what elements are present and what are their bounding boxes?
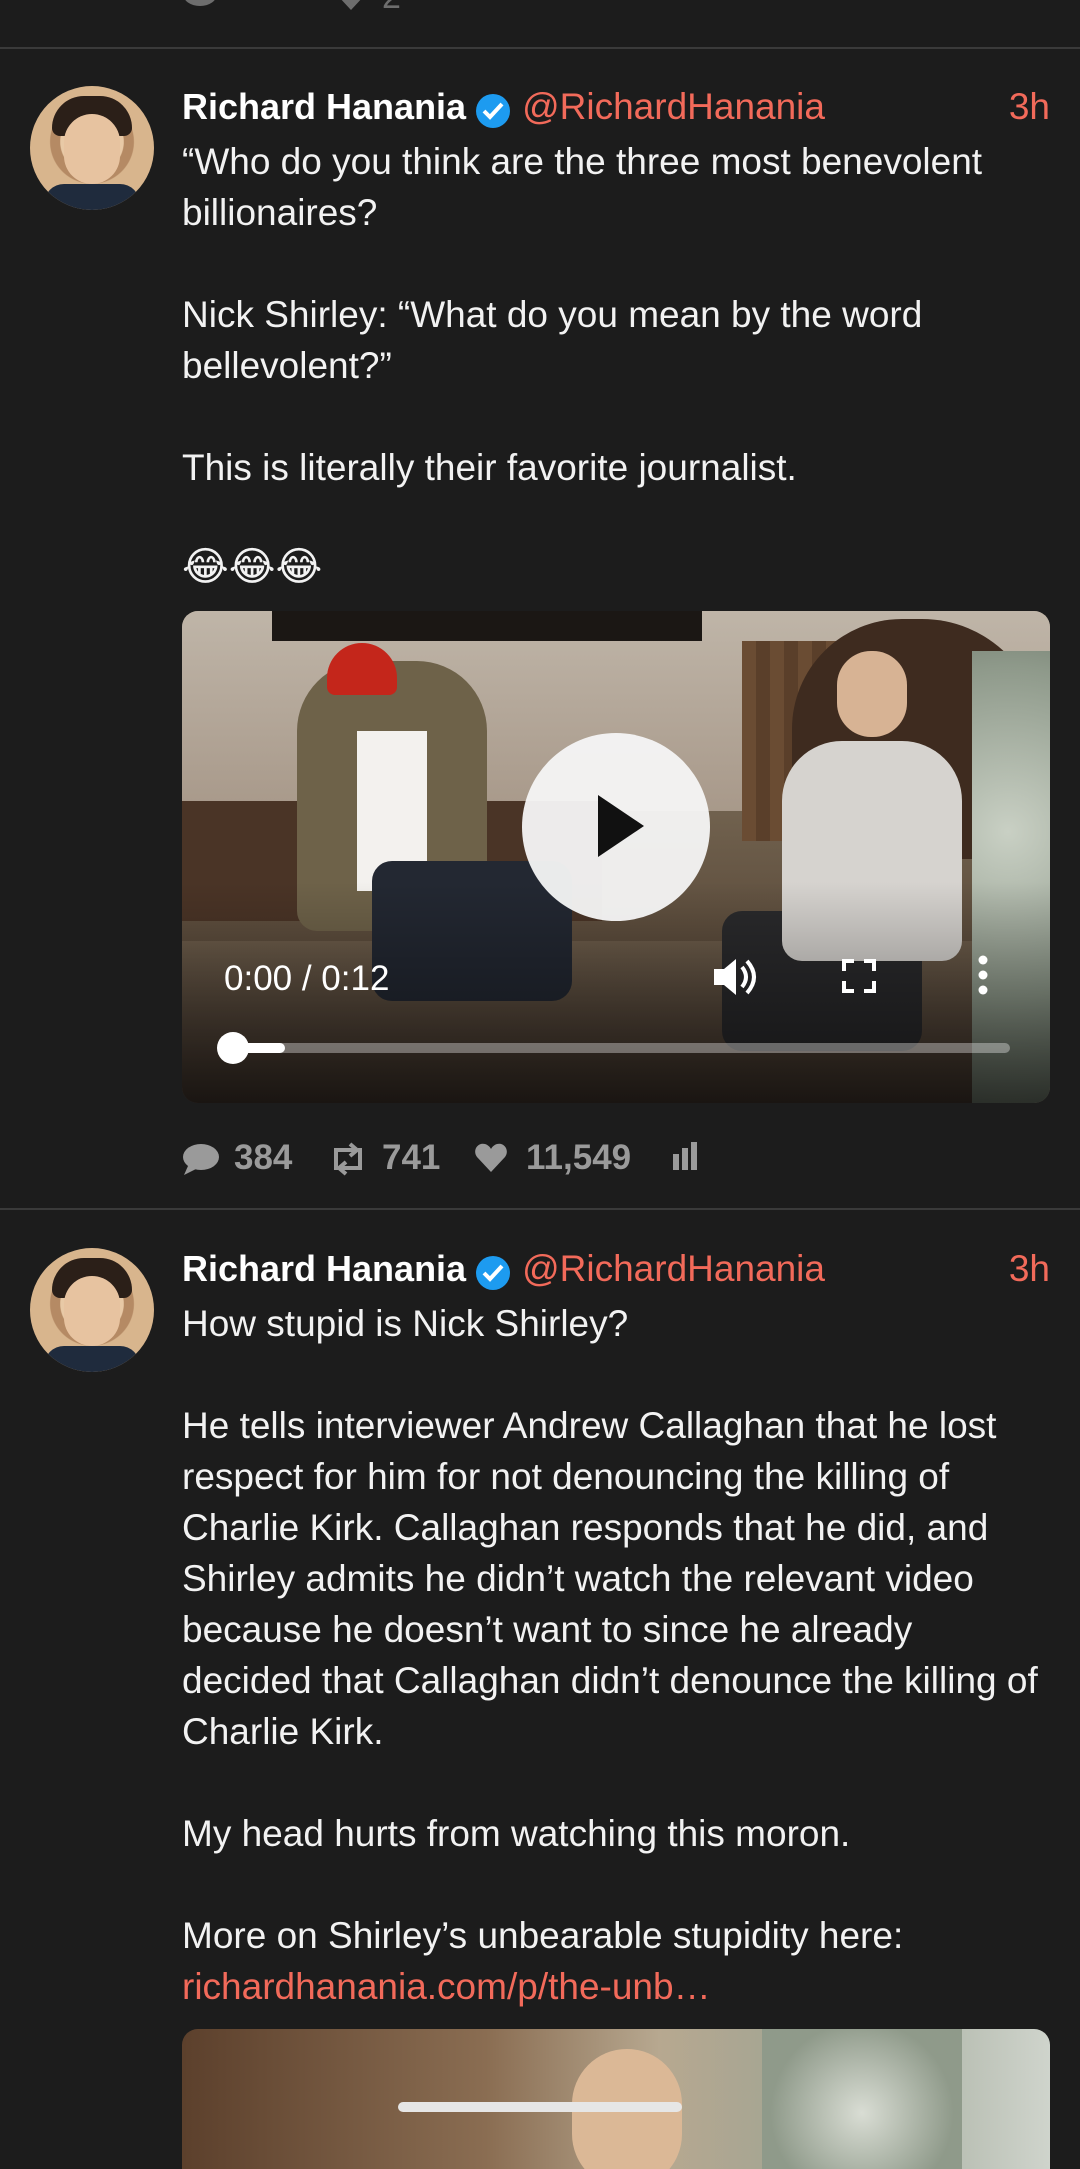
volume-icon[interactable] — [712, 955, 758, 1004]
post-text: “Who do you think are the three most ben… — [182, 136, 1052, 493]
post-header: Richard Hanania @RichardHanania 3h — [182, 86, 1050, 138]
post-header: Richard Hanania @RichardHanania 3h — [182, 1248, 1050, 1300]
post-paragraph: My head hurts from watching this moron. — [182, 1813, 851, 1854]
post-time: 3h — [1008, 86, 1050, 127]
video-time: 0:00 / 0:12 — [224, 959, 390, 998]
retweet-icon — [334, 1142, 362, 1176]
author-name[interactable]: Richard Hanania — [182, 1248, 466, 1290]
avatar[interactable] — [30, 86, 154, 210]
divider — [0, 47, 1080, 49]
verified-badge-icon — [476, 94, 511, 128]
author-handle[interactable]: @RichardHanania — [522, 86, 825, 128]
post-paragraph: This is literally their favorite journal… — [182, 447, 797, 488]
like-count: 11,549 — [526, 1138, 632, 1177]
retweet-icon[interactable] — [258, 0, 294, 21]
heart-icon — [475, 1143, 507, 1172]
retweet-count: 741 — [382, 1138, 441, 1177]
bar-chart-icon — [673, 1142, 697, 1170]
post-stats: 384 741 11,549 — [182, 1138, 742, 1186]
play-button[interactable] — [522, 733, 710, 921]
home-indicator[interactable] — [398, 2102, 682, 2112]
heart-icon[interactable] — [336, 0, 366, 21]
previous-post-stats: 2 — [0, 0, 1080, 48]
comment-icon — [183, 1144, 219, 1175]
fullscreen-icon[interactable] — [842, 959, 876, 998]
like-count: 2 — [382, 0, 401, 17]
post-paragraph: “Who do you think are the three most ben… — [182, 141, 983, 233]
play-icon — [598, 795, 644, 857]
video-player[interactable]: 0:00 / 0:12 — [182, 611, 1050, 1103]
avatar[interactable] — [30, 1248, 154, 1372]
post-paragraph: More on Shirley’s unbearable stupidity h… — [182, 1915, 904, 1956]
divider — [0, 1208, 1080, 1210]
author-handle[interactable]: @RichardHanania — [522, 1248, 825, 1290]
post-time: 3h — [1008, 1248, 1050, 1289]
comment-icon[interactable] — [182, 0, 218, 21]
post-paragraph: Nick Shirley: “What do you mean by the w… — [182, 294, 923, 386]
article-link[interactable]: richardhanania.com/p/the-unb… — [182, 1966, 711, 2007]
verified-badge-icon — [476, 1256, 511, 1290]
post-paragraph: He tells interviewer Andrew Callaghan th… — [182, 1405, 1038, 1752]
video-thumbnail[interactable] — [182, 2029, 1050, 2169]
more-options-icon[interactable] — [978, 955, 988, 1000]
post-text: How stupid is Nick Shirley? He tells int… — [182, 1298, 1052, 2012]
reply-count: 384 — [234, 1138, 293, 1177]
post-paragraph: How stupid is Nick Shirley? — [182, 1303, 629, 1344]
bar-chart-icon[interactable] — [436, 0, 464, 21]
video-progress-bar[interactable] — [217, 1032, 1010, 1064]
emoji-text: 😂😂😂 — [182, 545, 323, 589]
author-name[interactable]: Richard Hanania — [182, 86, 466, 128]
